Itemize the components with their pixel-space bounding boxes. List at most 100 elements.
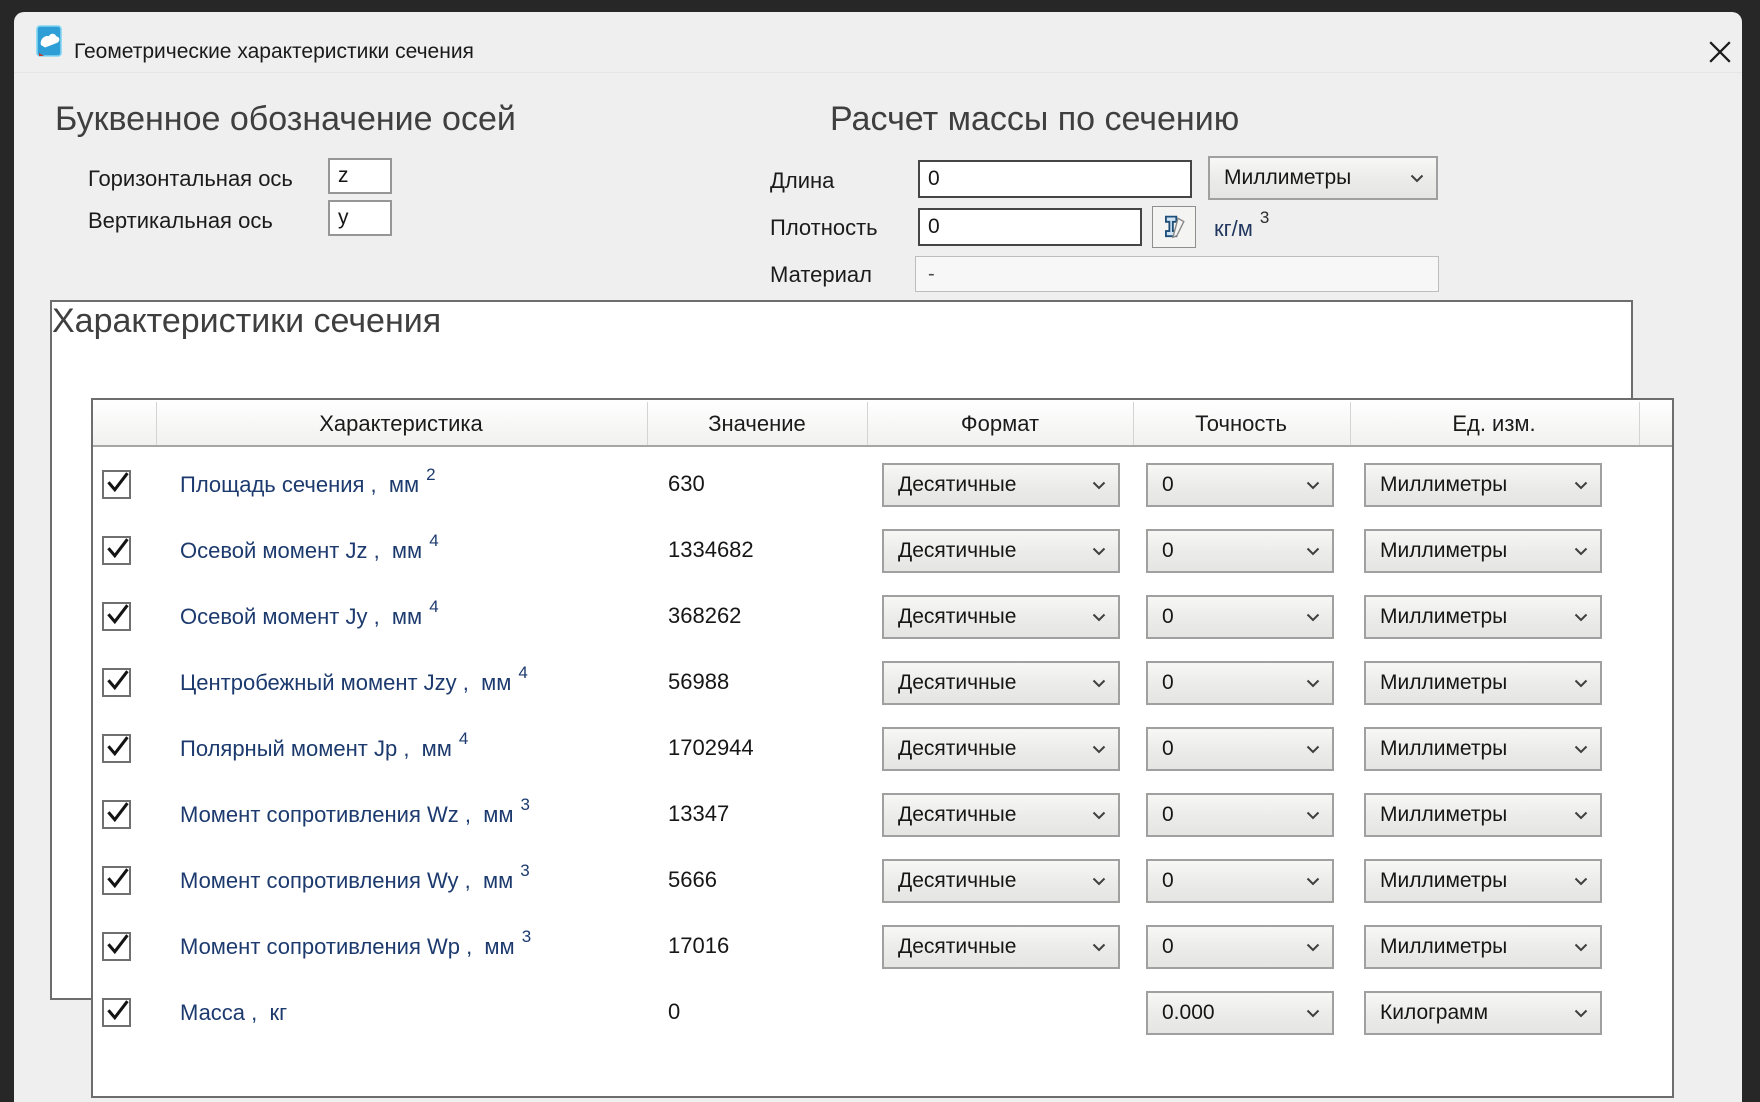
chevron-down-icon xyxy=(1306,943,1320,952)
unit-dropdown[interactable]: Миллиметры xyxy=(1364,859,1602,903)
format-dropdown[interactable]: Десятичные xyxy=(882,595,1120,639)
header-divider xyxy=(1350,402,1351,445)
column-header-format: Формат xyxy=(961,411,1039,437)
row-checkbox[interactable] xyxy=(102,668,131,697)
precision-dropdown[interactable]: 0 xyxy=(1146,529,1334,573)
unit-dropdown[interactable]: Миллиметры xyxy=(1364,661,1602,705)
precision-dropdown[interactable]: 0.000 xyxy=(1146,991,1334,1035)
format-dropdown[interactable]: Десятичные xyxy=(882,925,1120,969)
material-field: - xyxy=(915,256,1439,292)
row-checkbox[interactable] xyxy=(102,602,131,631)
material-label: Материал xyxy=(770,262,872,288)
checkmark-icon xyxy=(104,667,131,694)
chevron-down-icon xyxy=(1574,613,1588,622)
precision-dropdown-value: 0 xyxy=(1162,539,1306,563)
precision-dropdown-value: 0 xyxy=(1162,935,1306,959)
row-checkbox[interactable] xyxy=(102,734,131,763)
chevron-down-icon xyxy=(1092,943,1106,952)
chevron-down-icon xyxy=(1092,613,1106,622)
row-label-superscript: 4 xyxy=(429,531,438,550)
characteristics-table: Характеристика Значение Формат Точность … xyxy=(91,398,1674,1098)
close-button[interactable] xyxy=(1702,34,1738,70)
density-input[interactable] xyxy=(918,208,1142,246)
chevron-down-icon xyxy=(1092,877,1106,886)
unit-dropdown-value: Миллиметры xyxy=(1380,473,1574,497)
row-checkbox[interactable] xyxy=(102,998,131,1027)
length-label: Длина xyxy=(770,168,834,194)
length-unit-value: Миллиметры xyxy=(1224,166,1410,190)
checkmark-icon xyxy=(104,535,131,562)
row-label: Момент сопротивления Wz , мм3 xyxy=(180,802,530,828)
precision-dropdown[interactable]: 0 xyxy=(1146,925,1334,969)
format-dropdown[interactable]: Десятичные xyxy=(882,463,1120,507)
column-header-characteristic: Характеристика xyxy=(319,411,483,437)
header-divider xyxy=(1133,402,1134,445)
checkmark-icon xyxy=(104,601,131,628)
app-icon xyxy=(36,25,62,57)
unit-dropdown[interactable]: Миллиметры xyxy=(1364,463,1602,507)
precision-dropdown[interactable]: 0 xyxy=(1146,463,1334,507)
row-label-superscript: 4 xyxy=(459,729,468,748)
checkmark-icon xyxy=(104,733,131,760)
unit-dropdown-value: Миллиметры xyxy=(1380,605,1574,629)
chevron-down-icon xyxy=(1574,547,1588,556)
vertical-axis-input[interactable] xyxy=(328,200,392,236)
chevron-down-icon xyxy=(1306,613,1320,622)
header-divider xyxy=(1639,402,1640,445)
unit-dropdown[interactable]: Миллиметры xyxy=(1364,925,1602,969)
titlebar[interactable]: Геометрические характеристики сечения xyxy=(14,12,1742,73)
unit-dropdown[interactable]: Миллиметры xyxy=(1364,595,1602,639)
unit-dropdown-value: Миллиметры xyxy=(1380,869,1574,893)
row-value: 13347 xyxy=(668,801,729,827)
vertical-axis-label: Вертикальная ось xyxy=(88,208,273,234)
row-label: Полярный момент Jp , мм4 xyxy=(180,736,468,762)
unit-dropdown[interactable]: Миллиметры xyxy=(1364,793,1602,837)
length-input[interactable] xyxy=(918,160,1192,198)
precision-dropdown[interactable]: 0 xyxy=(1146,859,1334,903)
row-checkbox[interactable] xyxy=(102,932,131,961)
format-dropdown-value: Десятичные xyxy=(898,803,1092,827)
precision-dropdown[interactable]: 0 xyxy=(1146,727,1334,771)
row-checkbox[interactable] xyxy=(102,470,131,499)
format-dropdown-value: Десятичные xyxy=(898,935,1092,959)
length-unit-dropdown[interactable]: Миллиметры xyxy=(1208,156,1438,200)
unit-dropdown-value: Миллиметры xyxy=(1380,935,1574,959)
table-row: Полярный момент Jp , мм41702944Десятичны… xyxy=(93,727,1672,771)
precision-dropdown-value: 0 xyxy=(1162,803,1306,827)
format-dropdown-value: Десятичные xyxy=(898,737,1092,761)
format-dropdown[interactable]: Десятичные xyxy=(882,661,1120,705)
chevron-down-icon xyxy=(1306,1009,1320,1018)
row-checkbox[interactable] xyxy=(102,536,131,565)
row-value: 56988 xyxy=(668,669,729,695)
chevron-down-icon xyxy=(1574,679,1588,688)
chevron-down-icon xyxy=(1574,481,1588,490)
unit-dropdown[interactable]: Миллиметры xyxy=(1364,727,1602,771)
precision-dropdown-value: 0 xyxy=(1162,605,1306,629)
material-picker-button[interactable] xyxy=(1152,206,1196,248)
format-dropdown[interactable]: Десятичные xyxy=(882,529,1120,573)
format-dropdown[interactable]: Десятичные xyxy=(882,859,1120,903)
column-header-unit: Ед. изм. xyxy=(1452,411,1535,437)
table-row: Момент сопротивления Wy , мм35666Десятич… xyxy=(93,859,1672,903)
material-value: - xyxy=(928,263,935,286)
row-checkbox[interactable] xyxy=(102,800,131,829)
format-dropdown[interactable]: Десятичные xyxy=(882,727,1120,771)
format-dropdown[interactable]: Десятичные xyxy=(882,793,1120,837)
horizontal-axis-input[interactable] xyxy=(328,158,392,194)
table-row: Площадь сечения , мм2630Десятичные0Милли… xyxy=(93,463,1672,507)
header-divider xyxy=(867,402,868,445)
precision-dropdown[interactable]: 0 xyxy=(1146,595,1334,639)
table-row: Осевой момент Jy , мм4368262Десятичные0М… xyxy=(93,595,1672,639)
row-checkbox[interactable] xyxy=(102,866,131,895)
precision-dropdown[interactable]: 0 xyxy=(1146,793,1334,837)
chevron-down-icon xyxy=(1306,811,1320,820)
unit-dropdown[interactable]: Килограмм xyxy=(1364,991,1602,1035)
precision-dropdown[interactable]: 0 xyxy=(1146,661,1334,705)
chevron-down-icon xyxy=(1306,877,1320,886)
unit-dropdown[interactable]: Миллиметры xyxy=(1364,529,1602,573)
precision-dropdown-value: 0 xyxy=(1162,671,1306,695)
close-icon xyxy=(1708,40,1732,64)
row-label-superscript: 2 xyxy=(426,465,435,484)
row-label-superscript: 4 xyxy=(518,663,527,682)
unit-dropdown-value: Миллиметры xyxy=(1380,671,1574,695)
